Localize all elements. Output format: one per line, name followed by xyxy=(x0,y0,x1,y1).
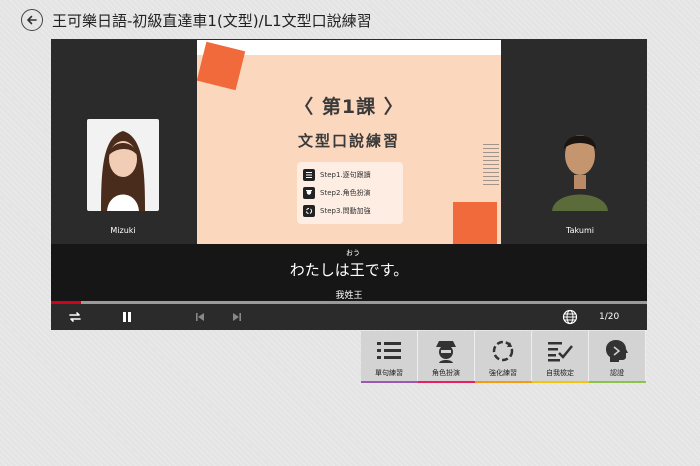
mode-label: 單句練習 xyxy=(375,369,403,377)
refresh-icon xyxy=(489,338,517,364)
practice-mode-bar: 單句練習 角色扮演 強化練習 自我檢定 認證 xyxy=(361,331,647,383)
repeat-icon[interactable] xyxy=(65,307,85,327)
subtitle-area: おう わたしは王です。 我姓王 xyxy=(51,244,647,303)
pause-icon[interactable] xyxy=(117,307,137,327)
video-player: Mizuki 〈 第1課 〉 文型口說練習 Step1.逐句跟讀 Step2.角… xyxy=(51,39,647,330)
slide-decoration-square xyxy=(197,41,246,91)
slide-subtitle: 文型口說練習 xyxy=(297,132,400,150)
mode-underline xyxy=(475,381,532,383)
mode-button-self-check[interactable]: 自我檢定 xyxy=(532,331,589,383)
slide-decoration-block xyxy=(453,202,497,250)
mode-button-role-play[interactable]: 角色扮演 xyxy=(418,331,475,383)
slide-step: Step3.問動加強 xyxy=(303,202,397,220)
slide-heading: 〈 第1課 〉 xyxy=(294,96,404,118)
role-icon xyxy=(303,187,315,199)
slide-step-label: Step1.逐句跟讀 xyxy=(320,171,371,179)
player-controls: 1/20 xyxy=(51,304,647,330)
mode-underline xyxy=(589,381,646,383)
globe-icon[interactable] xyxy=(560,307,580,327)
slide-step: Step1.逐句跟讀 xyxy=(303,166,397,184)
checklist-icon xyxy=(546,338,574,364)
mode-button-reinforcement[interactable]: 強化練習 xyxy=(475,331,532,383)
speaker-name-right: Takumi xyxy=(566,226,594,235)
mode-underline xyxy=(418,381,475,383)
subtitle-furigana: おう xyxy=(346,249,360,257)
mode-label: 自我檢定 xyxy=(546,369,574,377)
mode-label: 強化練習 xyxy=(489,369,517,377)
slide-step-label: Step2.角色扮演 xyxy=(320,189,371,197)
speaker-avatar-takumi xyxy=(544,119,616,211)
refresh-icon xyxy=(303,205,315,217)
skip-next-icon[interactable] xyxy=(227,307,247,327)
speaker-avatar-mizuki xyxy=(87,119,159,211)
page-indicator: 1/20 xyxy=(599,312,620,322)
speaker-mizuki: Mizuki xyxy=(85,119,161,235)
mode-underline xyxy=(361,381,418,383)
subtitle-chinese: 我姓王 xyxy=(335,291,363,301)
slide-step: Step2.角色扮演 xyxy=(303,184,397,202)
mode-button-certification[interactable]: 認證 xyxy=(589,331,646,383)
lesson-slide: 〈 第1課 〉 文型口說練習 Step1.逐句跟讀 Step2.角色扮演 Ste… xyxy=(197,40,501,254)
role-play-icon xyxy=(432,338,460,364)
speaking-head-icon xyxy=(603,338,631,364)
skip-previous-icon[interactable] xyxy=(190,307,210,327)
mode-underline xyxy=(532,381,589,383)
back-arrow-icon[interactable] xyxy=(21,9,43,31)
mode-label: 認證 xyxy=(610,369,624,377)
mode-label: 角色扮演 xyxy=(432,369,460,377)
slide-steps: Step1.逐句跟讀 Step2.角色扮演 Step3.問動加強 xyxy=(297,162,403,224)
speaker-name-left: Mizuki xyxy=(110,226,136,235)
list-icon xyxy=(375,338,403,364)
list-icon xyxy=(303,169,315,181)
speaker-takumi: Takumi xyxy=(542,119,618,235)
page-title: 王可樂日語-初級直達車1(文型)/L1文型口說練習 xyxy=(52,12,372,30)
top-bar: 王可樂日語-初級直達車1(文型)/L1文型口說練習 xyxy=(0,0,700,38)
slide-step-label: Step3.問動加強 xyxy=(320,207,371,215)
mode-button-sentence-practice[interactable]: 單句練習 xyxy=(361,331,418,383)
subtitle-japanese: わたしは王です。 xyxy=(289,261,409,279)
